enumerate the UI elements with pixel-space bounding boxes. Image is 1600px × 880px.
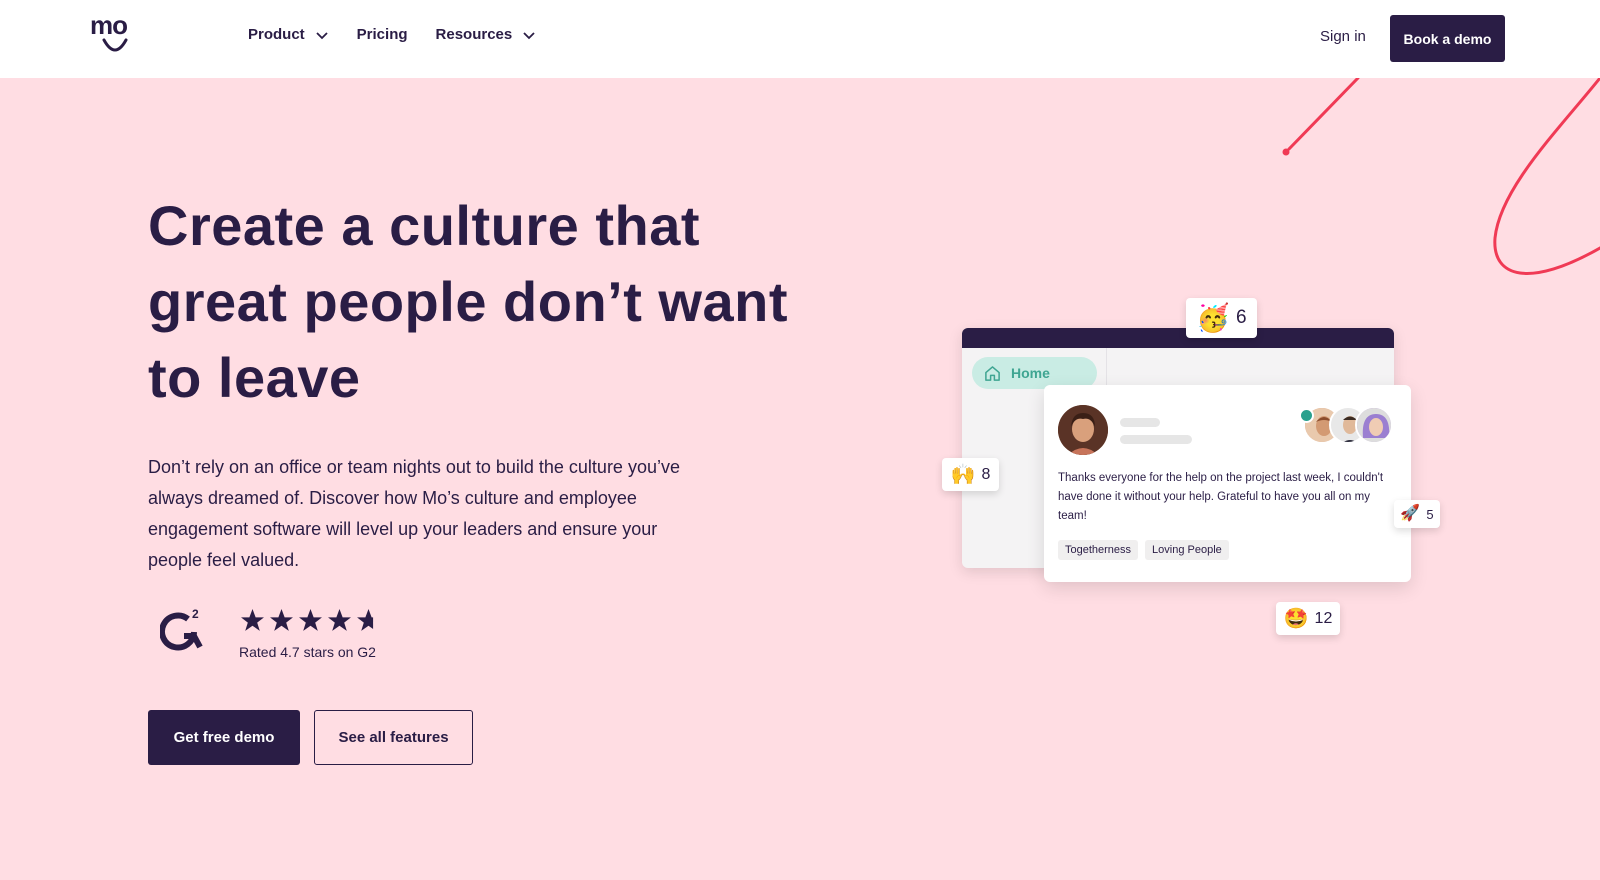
reaction-count: 5: [1426, 506, 1434, 522]
star-icon: [270, 609, 293, 631]
g2-rating: 2 Rated 4.7 stars on G2: [160, 606, 420, 666]
star-icon: [299, 609, 322, 631]
reaction-count: 6: [1236, 307, 1247, 328]
placeholder-line: [1120, 418, 1160, 427]
logo-wordmark: mo: [90, 10, 128, 40]
nav-pricing-label: Pricing: [356, 26, 408, 43]
get-free-demo-button[interactable]: Get free demo: [148, 710, 300, 765]
tag: Loving People: [1145, 540, 1229, 560]
recognition-post-card: Thanks everyone for the help on the proj…: [1044, 385, 1411, 582]
avatar: [1355, 406, 1393, 444]
see-all-features-button[interactable]: See all features: [314, 710, 473, 765]
party-face-icon: 🥳: [1196, 302, 1231, 333]
avatar-group: [1299, 406, 1393, 446]
hero-description: Don’t rely on an office or team nights o…: [148, 457, 680, 570]
book-demo-button[interactable]: Book a demo: [1390, 15, 1505, 62]
mo-logo[interactable]: mo: [90, 10, 140, 56]
smile-icon: [102, 38, 128, 52]
rating-text: Rated 4.7 stars on G2: [239, 644, 376, 660]
raised-hands-icon: 🙌: [950, 463, 976, 486]
reaction-badge: 🙌 8: [942, 458, 999, 491]
avatar: [1058, 405, 1108, 455]
chevron-down-icon: [523, 31, 535, 39]
placeholder-line: [1120, 435, 1192, 444]
nav-resources-label: Resources: [435, 26, 513, 43]
nav-product[interactable]: Product: [248, 26, 329, 43]
person-portrait-icon: [1357, 408, 1391, 442]
g2-logo-icon: 2: [160, 607, 203, 651]
badge-icon: [1299, 408, 1314, 423]
tag: Togetherness: [1058, 540, 1139, 560]
nav-pricing[interactable]: Pricing: [357, 26, 408, 43]
hero-title: Create a culture that great people don’t…: [148, 194, 788, 409]
sidebar-item-home-label: Home: [1011, 365, 1050, 381]
reaction-badge: 🚀 5: [1394, 500, 1440, 528]
home-icon: [985, 365, 1000, 381]
rocket-icon: 🚀: [1400, 505, 1421, 522]
rating-stars: [240, 608, 381, 633]
reaction-count: 12: [1314, 609, 1333, 627]
decorative-swirl: [1282, 78, 1600, 275]
nav-resources[interactable]: Resources: [436, 26, 537, 43]
top-navigation: mo Product Pricing Resources Sign in Boo…: [0, 0, 1600, 78]
post-message: Thanks everyone for the help on the proj…: [1058, 472, 1384, 522]
star-struck-icon: 🤩: [1283, 607, 1309, 630]
sign-in-link[interactable]: Sign in: [1320, 28, 1366, 45]
nav-product-label: Product: [248, 26, 305, 43]
reaction-count: 8: [981, 465, 991, 483]
person-portrait-icon: [1058, 405, 1108, 455]
post-tags: Togetherness Loving People: [1058, 540, 1229, 560]
star-half-icon: [356, 608, 381, 633]
svg-text:2: 2: [192, 607, 199, 621]
reaction-badge: 🤩 12: [1276, 602, 1340, 635]
app-title-bar: [962, 328, 1394, 348]
chevron-down-icon: [316, 31, 328, 39]
star-icon: [328, 609, 351, 631]
reaction-badge: 🥳 6: [1186, 298, 1257, 338]
nav-links: Product Pricing Resources: [248, 26, 536, 43]
star-icon: [241, 609, 264, 631]
